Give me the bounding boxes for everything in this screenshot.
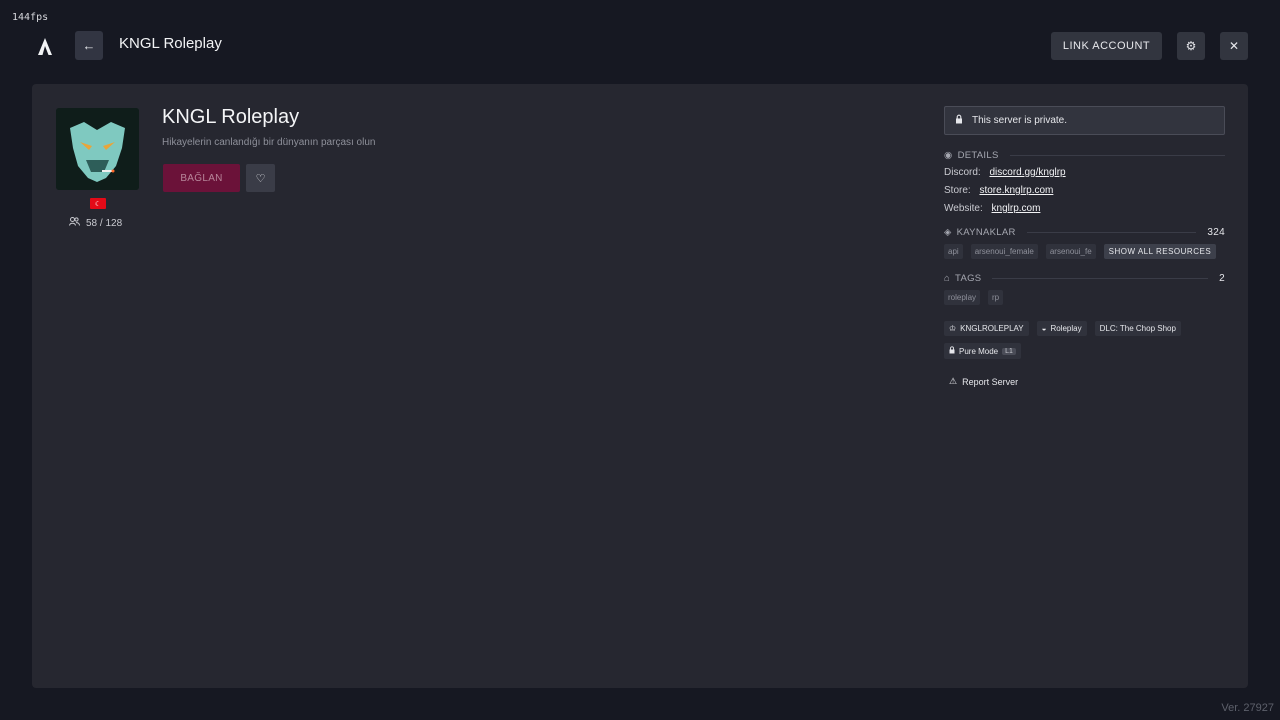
favorite-button[interactable]: ♡ xyxy=(246,164,275,192)
server-avatar xyxy=(56,108,139,190)
resource-chip: arsenoui_fe xyxy=(1045,244,1096,259)
detail-row-discord: Discord: discord.gg/knglrp xyxy=(944,167,1225,178)
report-server-button[interactable]: ⚠ Report Server xyxy=(949,376,1225,387)
details-label: DETAILS xyxy=(957,150,999,161)
settings-button[interactable]: ⚙ xyxy=(1177,32,1205,60)
resources-label: KAYNAKLAR xyxy=(956,227,1016,238)
page-title: KNGL Roleplay xyxy=(119,35,222,52)
resource-chip: api xyxy=(944,244,963,259)
player-count: 58 / 128 xyxy=(69,217,122,229)
resources-header: ◈ KAYNAKLAR 324 xyxy=(944,227,1225,238)
report-label: Report Server xyxy=(962,376,1019,387)
warning-icon: ⚠ xyxy=(949,376,958,386)
show-all-resources-button[interactable]: SHOW ALL RESOURCES xyxy=(1103,244,1217,259)
turkey-flag-icon: ☾ xyxy=(90,198,106,209)
discord-link[interactable]: discord.gg/knglrp xyxy=(989,167,1065,178)
close-icon: ✕ xyxy=(1228,39,1240,53)
player-count-text: 58 / 128 xyxy=(86,217,123,229)
dlc-badge: DLC: The Chop Shop xyxy=(1094,321,1181,336)
pure-mode-text: Pure Mode xyxy=(959,346,999,356)
private-notice-text: This server is private. xyxy=(972,115,1068,126)
lock-icon xyxy=(949,346,955,356)
server-description: Hikayelerin canlandığı bir dünyanın parç… xyxy=(162,137,376,148)
resources-list: api arsenoui_female arsenoui_fe SHOW ALL… xyxy=(944,244,1225,259)
divider xyxy=(1026,232,1197,233)
pure-mode-badge: Pure Mode L1 xyxy=(944,343,1021,359)
eye-icon: ◉ xyxy=(944,150,953,161)
tags-list: roleplay rp xyxy=(944,290,1225,305)
private-notice: This server is private. xyxy=(944,106,1225,135)
version-label: Ver. 27927 xyxy=(1221,702,1274,714)
gear-icon: ⚙ xyxy=(1185,39,1197,53)
owner-name: KNGLROLEPLAY xyxy=(960,324,1024,333)
connect-button[interactable]: BAĞLAN xyxy=(163,164,240,192)
detail-row-website: Website: knglrp.com xyxy=(944,203,1225,214)
tag-icon: ⌂ xyxy=(944,273,951,284)
crown-icon: ♔ xyxy=(949,324,957,333)
lock-icon xyxy=(955,114,963,127)
gamemode-badge: ◒ Roleplay xyxy=(1036,321,1087,336)
server-detail-panel: ☾ 58 / 128 KNGL Roleplay Hikayelerin can… xyxy=(32,84,1248,688)
gamemode-text: Roleplay xyxy=(1050,324,1082,333)
gamepad-icon: ◒ xyxy=(1041,324,1047,333)
divider xyxy=(992,278,1209,279)
server-name: KNGL Roleplay xyxy=(162,106,300,128)
detail-key: Website: xyxy=(944,203,983,214)
tags-count: 2 xyxy=(1219,273,1225,284)
link-account-button[interactable]: LINK ACCOUNT xyxy=(1051,32,1162,60)
store-link[interactable]: store.knglrp.com xyxy=(979,185,1053,196)
features-row-2: Pure Mode L1 xyxy=(944,343,1225,359)
tag-chip[interactable]: roleplay xyxy=(944,290,981,305)
features-row: ♔ KNGLROLEPLAY ◒ Roleplay DLC: The Chop … xyxy=(944,321,1225,336)
layers-icon: ◈ xyxy=(944,227,952,238)
tags-label: TAGS xyxy=(955,273,982,284)
detail-key: Store: xyxy=(944,185,971,196)
detail-row-store: Store: store.knglrp.com xyxy=(944,185,1225,196)
resource-chip: arsenoui_female xyxy=(970,244,1038,259)
users-icon xyxy=(69,217,80,229)
detail-key: Discord: xyxy=(944,167,981,178)
server-sidebar: This server is private. ◉ DETAILS Discor… xyxy=(944,106,1225,387)
fps-counter: 144fps xyxy=(12,12,49,23)
heart-icon: ♡ xyxy=(255,172,266,185)
divider xyxy=(1009,155,1225,156)
arrow-left-icon: ← xyxy=(82,38,96,53)
close-button[interactable]: ✕ xyxy=(1220,32,1248,60)
website-link[interactable]: knglrp.com xyxy=(992,203,1041,214)
back-button[interactable]: ← xyxy=(75,31,103,60)
details-header: ◉ DETAILS xyxy=(944,150,1225,161)
resources-count: 324 xyxy=(1207,227,1225,238)
fivem-logo-icon[interactable] xyxy=(36,36,54,56)
tags-header: ⌂ TAGS 2 xyxy=(944,273,1225,284)
owner-badge[interactable]: ♔ KNGLROLEPLAY xyxy=(944,321,1029,336)
top-bar: ← KNGL Roleplay LINK ACCOUNT ⚙ ✕ xyxy=(0,30,1280,62)
pure-mode-level: L1 xyxy=(1002,347,1016,355)
tag-chip[interactable]: rp xyxy=(988,290,1004,305)
